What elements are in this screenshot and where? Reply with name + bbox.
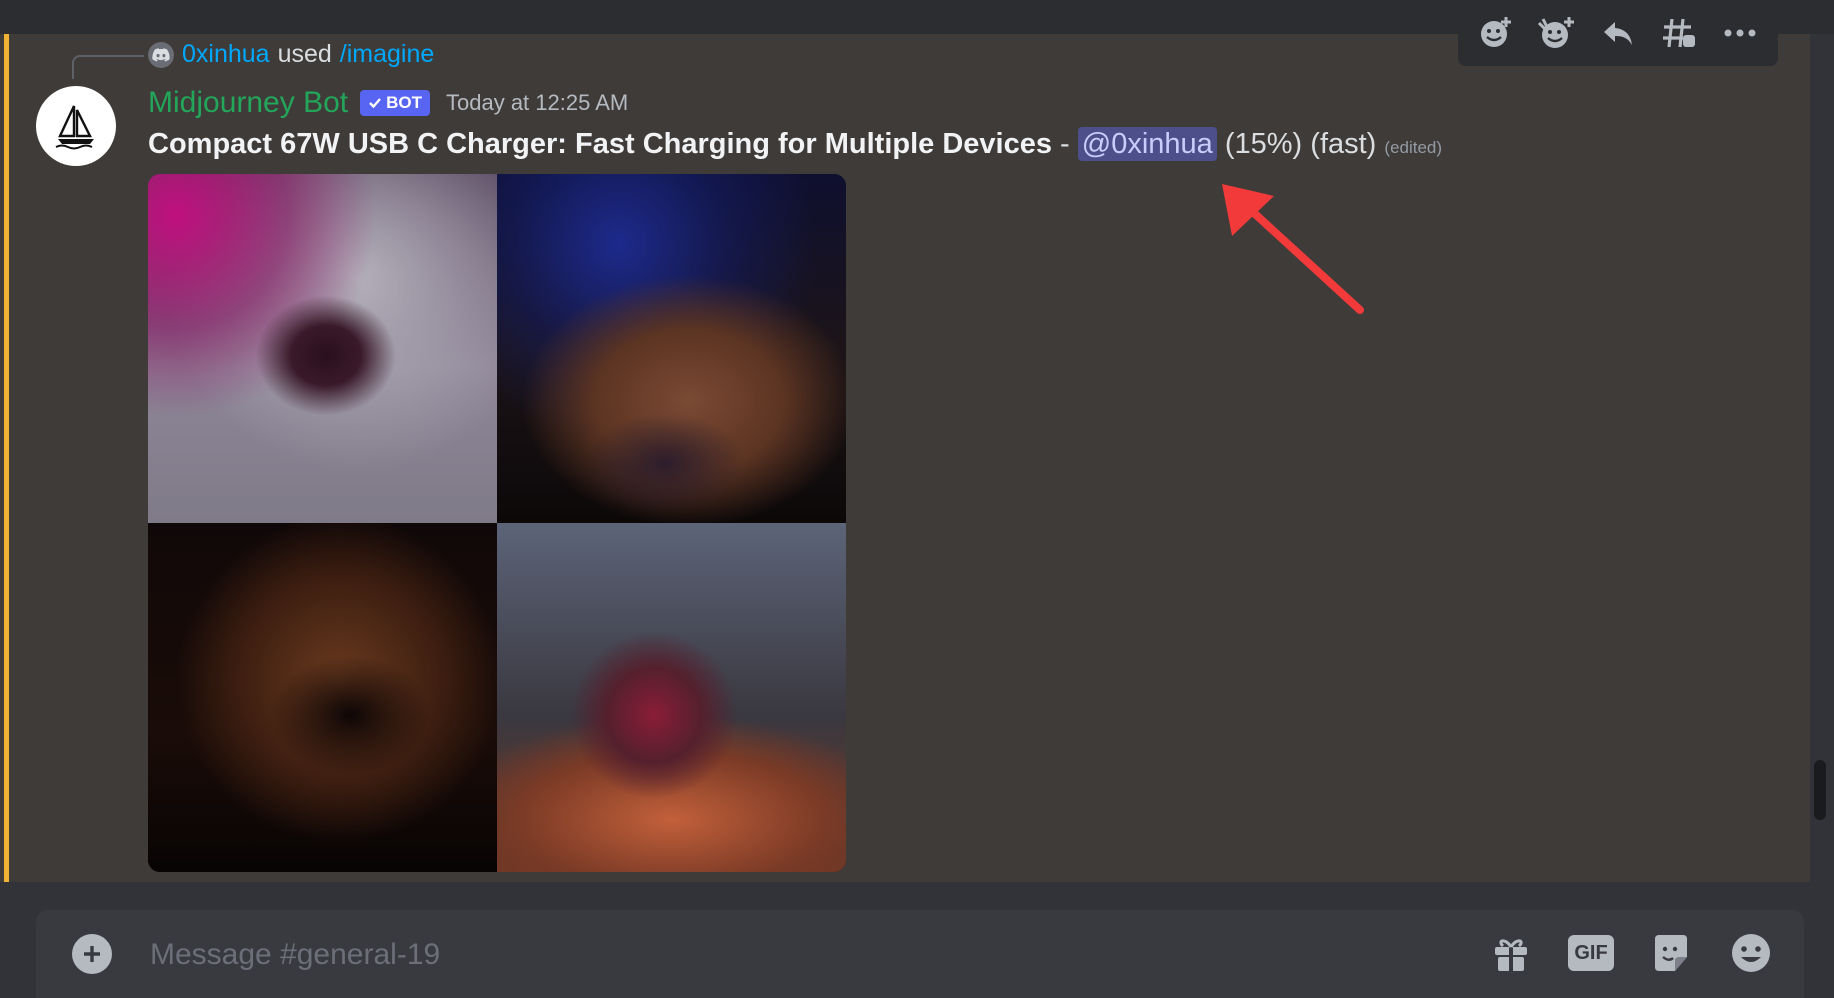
message-content: Compact 67W USB C Charger: Fast Charging… [148,127,1443,161]
message-composer: GIF [36,910,1804,998]
image-tile-3[interactable] [148,523,497,872]
add-reaction-icon[interactable] [1470,7,1522,59]
reply-username[interactable]: 0xinhua [182,40,270,69]
author-name[interactable]: Midjourney Bot [148,86,348,120]
reply-icon[interactable] [1592,7,1644,59]
annotation-arrow-icon [1222,184,1364,314]
reply-context[interactable]: 0xinhua used /imagine [148,40,434,69]
emoji-icon[interactable] [1728,930,1774,976]
sailboat-icon [55,105,94,150]
sticker-icon[interactable] [1648,930,1694,976]
bot-tag: BOT [360,90,430,116]
image-tile-1[interactable] [148,174,497,523]
gift-icon[interactable] [1488,930,1534,976]
message-actions-toolbar [1458,0,1778,66]
mention-highlight-bar [4,34,9,882]
message-input[interactable] [148,930,1452,980]
edited-label: (edited) [1384,138,1443,157]
bot-tag-label: BOT [386,93,422,112]
generated-image-grid[interactable] [148,174,846,872]
separator: - [1051,128,1078,160]
image-tile-4[interactable] [497,523,846,872]
mode-text: (fast) [1310,128,1377,160]
gif-icon[interactable]: GIF [1568,930,1614,976]
gif-label: GIF [1568,935,1614,971]
user-mention[interactable]: @0xinhua [1077,127,1217,161]
add-super-reaction-icon[interactable] [1531,7,1583,59]
reply-command[interactable]: /imagine [340,40,435,69]
composer-actions: GIF [1488,930,1774,976]
reply-used-text: used [277,40,332,68]
plus-icon[interactable] [72,934,112,974]
prompt-title: Compact 67W USB C Charger: Fast Charging… [148,128,1052,160]
verified-check-icon [369,98,382,109]
reply-connector [72,55,144,79]
scrollbar-thumb[interactable] [1814,760,1826,820]
progress-text: (15%) [1224,128,1303,160]
image-tile-2[interactable] [497,174,846,523]
timestamp[interactable]: Today at 12:25 AM [446,90,628,116]
more-icon[interactable] [1714,7,1766,59]
message-header: Midjourney Bot BOT Today at 12:25 AM [148,86,628,120]
create-thread-icon[interactable] [1653,7,1705,59]
discord-icon [148,41,174,68]
bot-avatar[interactable] [36,86,116,166]
